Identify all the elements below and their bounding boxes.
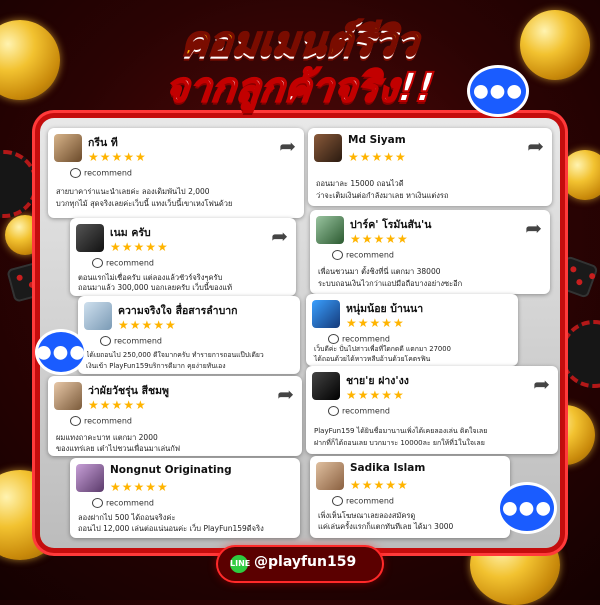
star-rating-icon: ★★★★★ [88, 398, 147, 412]
review-text: ได้เยถอนไป 250,000 ดีใจมากครับ ทำรายการถ… [86, 351, 264, 359]
reviewer-name: Sadika Islam [350, 462, 426, 474]
comment-icon [328, 334, 339, 344]
casino-chip-icon [0, 150, 38, 218]
review-text: PlayFun159 ได้ยินชื่อมานานเพิ่งได้เคยลอง… [314, 427, 488, 435]
dice-icon [555, 255, 599, 299]
share-arrow-icon[interactable]: ➦ [277, 382, 294, 406]
review-card: Md Siyam ★★★★★ ➦ ถอนมาละ 15000 ถอนไวดี ว… [308, 128, 552, 206]
star-rating-icon: ★★★★★ [350, 478, 409, 492]
recommend-tag: recommend [70, 416, 132, 426]
review-text: แค่เล่นครั้งแรกก็แตกทันทีเลย ได้มา 3000 [318, 522, 454, 531]
review-text: ถอนมาแล้ว 300,000 บอกเลยครับ เว็บนี้ของแ… [78, 283, 233, 292]
review-text: ได้ถอนด้วยได้หาวหลีบอ้านด้วยโคตรฟิน [314, 355, 431, 363]
reviewer-name: ความจริงใจ สื่อสารลำบาก [118, 305, 238, 317]
review-text: ระบบถอนเงินไวกว่าแอปมือถือบางอย่างซะอีก [318, 279, 463, 288]
reviewer-name: กรีน ที [88, 137, 118, 149]
comment-icon [92, 498, 103, 508]
review-card: กรีน ที ★★★★★ ➦ recommend สายบาคาร่าแนะน… [48, 128, 304, 218]
review-text: ถอนไป 12,000 เล่นต่อแน่นอนค่ะ เว็บ PlayF… [78, 524, 264, 533]
reviewer-name: ชาย'ย ฝาง'งง [346, 375, 409, 387]
avatar [54, 382, 82, 410]
review-text: ว่าจะเติมเงินต่อกำลังมาเลย หาเงินแต่งรถ [316, 191, 449, 200]
star-rating-icon: ★★★★★ [110, 240, 169, 254]
review-card: ปาร์ค' โรมันสัน'น ★★★★★ ➦ recommend เพื่… [310, 210, 550, 294]
chat-bubble-icon: ●●● [36, 332, 85, 372]
recommend-tag: recommend [328, 406, 390, 416]
gold-coin-icon [520, 10, 590, 80]
title-line-1: คอมเมนต์รีวิว [178, 18, 422, 66]
avatar [314, 134, 342, 162]
review-text: สายบาคาร่าแนะนำเลยค่ะ ลองเดิมพันไป 2,000 [56, 187, 210, 196]
gold-coin-icon [5, 215, 45, 255]
comment-icon [70, 416, 81, 426]
star-rating-icon: ★★★★★ [348, 150, 407, 164]
recommend-tag: recommend [100, 336, 162, 346]
comment-icon [332, 250, 343, 260]
gold-coin-icon [0, 20, 60, 100]
review-text: บวกทุกไม้ สุดจริงเลยค่ะเว็บนี้ แทงเว็บนี… [56, 199, 233, 208]
review-text: ผมแทงถาคะบาท แตกมา 2000 [56, 433, 158, 442]
review-text: เพิ่งเห็นโฆษณาเลยลองสมัครดู [318, 511, 416, 520]
recommend-tag: recommend [92, 258, 154, 268]
gold-coin-icon [560, 150, 600, 200]
star-rating-icon: ★★★★★ [110, 480, 169, 494]
line-icon: LINE [230, 555, 250, 573]
review-card: Sadika Islam ★★★★★ recommend เพิ่งเห็นโฆ… [310, 456, 510, 538]
review-text: เงินเข้า PlayFun159บริการดีมาก คุยง่ายทั… [86, 362, 226, 370]
reviewer-name: หนุ่มน้อย บ้านนา [346, 303, 424, 315]
review-card: เนม ครับ ★★★★★ ➦ recommend ตอนแรกไม่เชื่… [70, 218, 296, 296]
avatar [54, 134, 82, 162]
star-rating-icon: ★★★★★ [118, 318, 177, 332]
reviewer-name: Md Siyam [348, 134, 406, 146]
title-line-2: จากลูกค้าจริง!! [162, 64, 438, 112]
review-card: ชาย'ย ฝาง'งง ★★★★★ ➦ recommend PlayFun15… [306, 366, 558, 454]
recommend-tag: recommend [328, 334, 390, 344]
reviewer-name: ปาร์ค' โรมันสัน'น [350, 219, 432, 231]
review-text: เพื่อนชวนมา ตั้งชิงที่นี่ แตกมา 38000 [318, 267, 441, 276]
recommend-tag: recommend [70, 168, 132, 178]
reviewer-name: เนม ครับ [110, 227, 151, 239]
share-arrow-icon[interactable]: ➦ [533, 372, 550, 396]
avatar [312, 372, 340, 400]
casino-chip-icon [560, 320, 600, 388]
share-arrow-icon[interactable]: ➦ [527, 134, 544, 158]
star-rating-icon: ★★★★★ [346, 388, 405, 402]
chat-bubble-icon: ●●● [500, 485, 554, 531]
comment-icon [92, 258, 103, 268]
star-rating-icon: ★★★★★ [88, 150, 147, 164]
star-rating-icon: ★★★★★ [350, 232, 409, 246]
share-arrow-icon[interactable]: ➦ [279, 134, 296, 158]
page-title: คอมเมนต์รีวิว จากลูกค้าจริง!! [100, 18, 500, 118]
review-card: Nongnut Originating ★★★★★ recommend ลองฝ… [70, 458, 300, 538]
review-text: ลองฝากไป 500 ได้ถอนจริงค่ะ [78, 513, 176, 522]
avatar [316, 462, 344, 490]
review-text: ถอนมาละ 15000 ถอนไวดี [316, 179, 404, 188]
review-card: ว่าผัยวัชรุ่น สีชมพู ★★★★★ ➦ recommend ผ… [48, 376, 302, 456]
reviewer-name: ว่าผัยวัชรุ่น สีชมพู [88, 385, 169, 397]
recommend-tag: recommend [332, 250, 394, 260]
review-card: ความจริงใจ สื่อสารลำบาก ★★★★★ recommend … [78, 296, 300, 374]
avatar [84, 302, 112, 330]
comment-icon [328, 406, 339, 416]
recommend-tag: recommend [92, 498, 154, 508]
review-card: หนุ่มน้อย บ้านนา ★★★★★ recommend เว็บดีค… [306, 294, 518, 366]
line-contact-button[interactable]: LINE @playfun159 [218, 547, 382, 581]
comment-icon [100, 336, 111, 346]
review-text: ฝากที่ก็ได้ถอนเลย บวกมาระ 10000ละ ยกให้ท… [314, 439, 485, 447]
recommend-tag: recommend [332, 496, 394, 506]
comment-icon [332, 496, 343, 506]
social-handle: @playfun159 [254, 554, 357, 570]
chat-bubble-icon: ●●● [470, 68, 526, 114]
comment-icon [70, 168, 81, 178]
avatar [312, 300, 340, 328]
avatar [316, 216, 344, 244]
reviewer-name: Nongnut Originating [110, 464, 232, 476]
avatar [76, 224, 104, 252]
avatar [76, 464, 104, 492]
share-arrow-icon[interactable]: ➦ [271, 224, 288, 248]
share-arrow-icon[interactable]: ➦ [525, 216, 542, 240]
review-text: ของแทร่เลย เต๋าไปชวนเพื่อนมาเล่นกัฟ [56, 444, 181, 453]
star-rating-icon: ★★★★★ [346, 316, 405, 330]
